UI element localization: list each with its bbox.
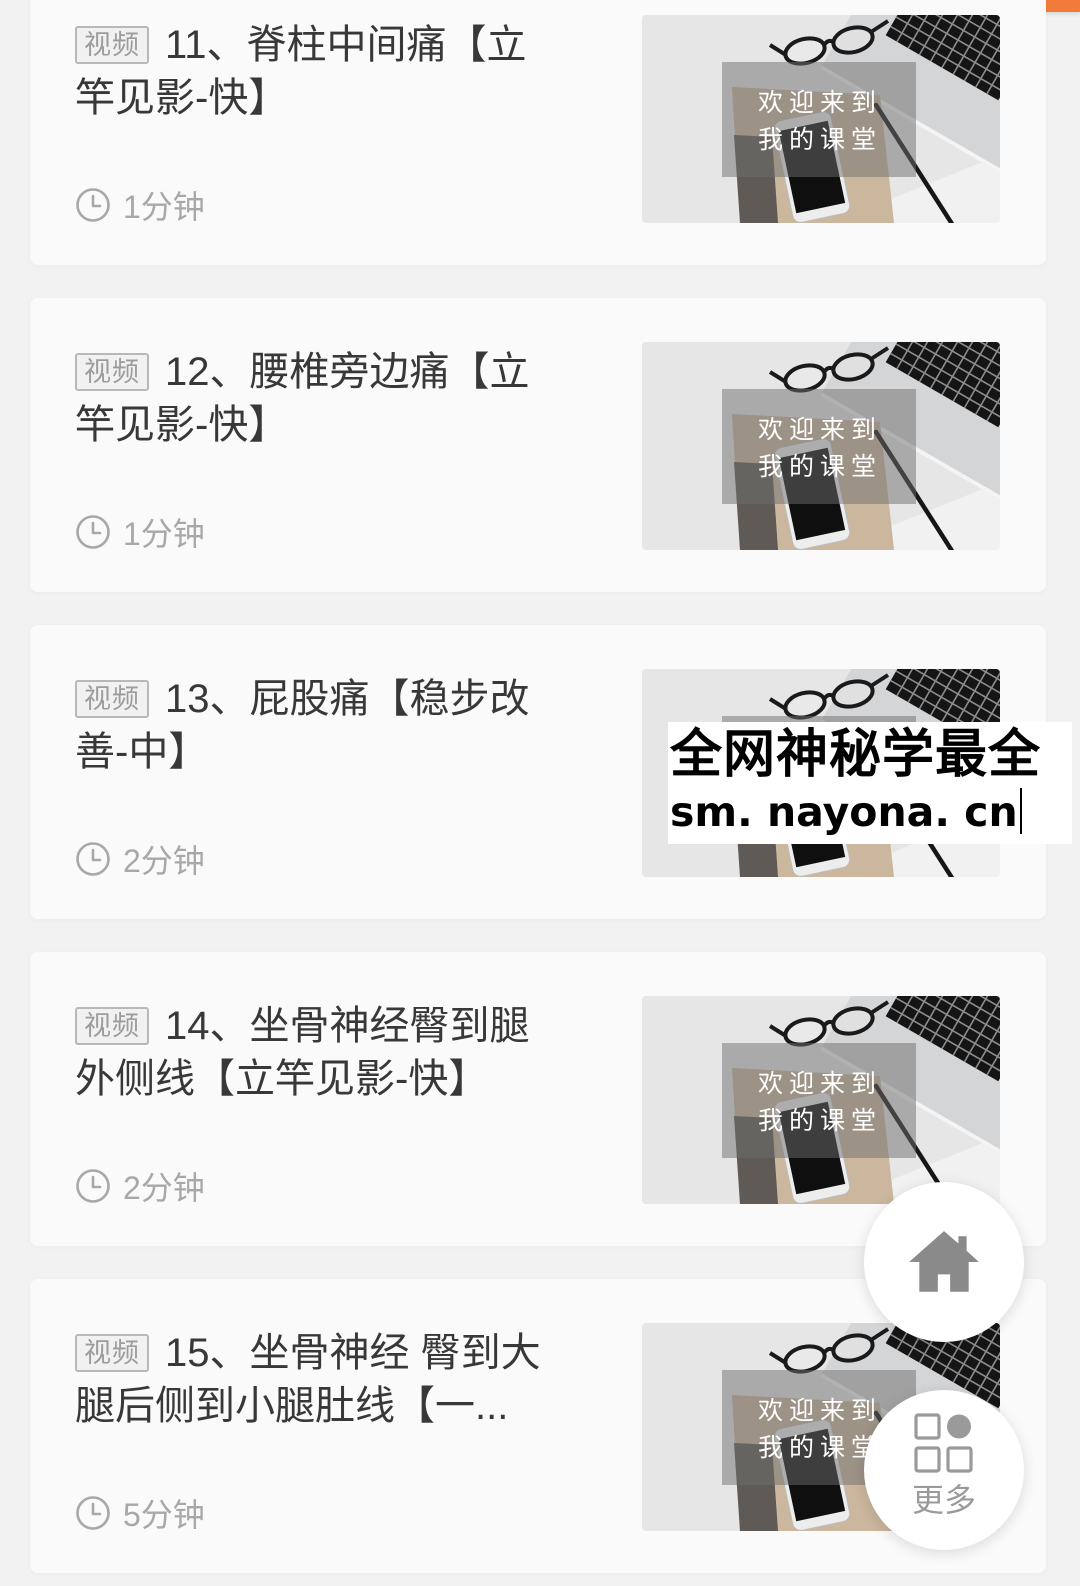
video-badge: 视频 — [75, 1007, 149, 1045]
lesson-title-line2: 竿见影-快】 — [75, 76, 289, 120]
lesson-thumbnail: 欢迎来到 我的课堂 — [642, 996, 1000, 1204]
lesson-title-line2: 竿见影-快】 — [75, 403, 289, 447]
lesson-title-line1: 12、腰椎旁边痛【立 — [165, 350, 530, 394]
lesson-title: 视频 13、屁股痛【稳步改 善-中】 — [75, 673, 530, 779]
lesson-card[interactable]: 视频 11、脊柱中间痛【立 竿见影-快】 1分钟 欢迎来到 我的课堂 — [30, 0, 1046, 265]
duration-text: 1分钟 — [123, 189, 205, 225]
lesson-duration: 5分钟 — [75, 1493, 205, 1533]
lesson-card[interactable]: 视频 12、腰椎旁边痛【立 竿见影-快】 1分钟 欢迎来到 我的课堂 — [30, 298, 1046, 592]
video-badge: 视频 — [75, 26, 149, 64]
clock-icon — [75, 1495, 111, 1531]
duration-text: 1分钟 — [123, 516, 205, 552]
lesson-title-row1: 视频 15、坐骨神经 臀到大 — [75, 1327, 541, 1380]
video-badge: 视频 — [75, 353, 149, 391]
lesson-thumbnail: 欢迎来到 我的课堂 — [642, 15, 1000, 223]
lesson-title-line1: 13、屁股痛【稳步改 — [165, 677, 530, 721]
cover-text-line1: 欢迎来到 — [758, 88, 882, 117]
watermark-url: sm. nayona. cn — [670, 788, 1018, 836]
watermark-overlay: 全网神秘学最全 sm. nayona. cn — [668, 722, 1072, 844]
lesson-title-row1: 视频 12、腰椎旁边痛【立 — [75, 346, 530, 399]
clock-icon — [75, 1168, 111, 1204]
cover-image: 欢迎来到 我的课堂 — [642, 15, 1000, 223]
video-badge: 视频 — [75, 680, 149, 718]
lesson-title-line2: 善-中】 — [75, 730, 209, 774]
video-badge: 视频 — [75, 1334, 149, 1372]
cover-text-line2: 我的课堂 — [758, 1106, 882, 1135]
cover-text-line1: 欢迎来到 — [758, 1069, 882, 1098]
watermark-line2-row: sm. nayona. cn — [668, 786, 1072, 838]
lesson-title-row1: 视频 14、坐骨神经臀到腿 — [75, 1000, 530, 1053]
cover-image: 欢迎来到 我的课堂 — [642, 342, 1000, 550]
lesson-title-row1: 视频 13、屁股痛【稳步改 — [75, 673, 530, 726]
lesson-title: 视频 11、脊柱中间痛【立 竿见影-快】 — [75, 19, 527, 125]
lesson-duration: 1分钟 — [75, 185, 205, 225]
lesson-title-line1: 15、坐骨神经 臀到大 — [165, 1331, 541, 1375]
cover-text-line1: 欢迎来到 — [758, 1396, 882, 1425]
lesson-title-line1: 11、脊柱中间痛【立 — [165, 23, 527, 67]
duration-text: 2分钟 — [123, 843, 205, 879]
clock-icon — [75, 187, 111, 223]
lesson-title: 视频 14、坐骨神经臀到腿 外侧线【立竿见影-快】 — [75, 1000, 530, 1106]
lesson-duration: 2分钟 — [75, 1166, 205, 1206]
lesson-title-line2: 外侧线【立竿见影-快】 — [75, 1057, 489, 1101]
home-button[interactable] — [864, 1182, 1024, 1342]
duration-text: 5分钟 — [123, 1497, 205, 1533]
cover-text-line2: 我的课堂 — [758, 1433, 882, 1462]
lesson-duration: 2分钟 — [75, 839, 205, 879]
watermark-line1: 全网神秘学最全 — [670, 725, 1042, 785]
lesson-title-line2: 腿后侧到小腿肚线【一... — [75, 1384, 509, 1428]
lesson-duration: 1分钟 — [75, 512, 205, 552]
lesson-title: 视频 12、腰椎旁边痛【立 竿见影-快】 — [75, 346, 530, 452]
duration-text: 2分钟 — [123, 1170, 205, 1206]
lesson-thumbnail: 欢迎来到 我的课堂 — [642, 342, 1000, 550]
cover-text-line2: 我的课堂 — [758, 125, 882, 154]
lesson-title: 视频 15、坐骨神经 臀到大 腿后侧到小腿肚线【一... — [75, 1327, 541, 1433]
home-icon — [909, 1231, 979, 1292]
lesson-title-row1: 视频 11、脊柱中间痛【立 — [75, 19, 527, 72]
clock-icon — [75, 841, 111, 877]
text-cursor — [1019, 788, 1022, 834]
lesson-title-line1: 14、坐骨神经臀到腿 — [165, 1004, 530, 1048]
clock-icon — [75, 514, 111, 550]
cover-text-line1: 欢迎来到 — [758, 415, 882, 444]
more-button[interactable]: 更多 — [864, 1390, 1024, 1550]
more-label: 更多 — [911, 1482, 976, 1518]
grid-icon — [914, 1413, 973, 1473]
cover-image: 欢迎来到 我的课堂 — [642, 996, 1000, 1204]
cover-text-line2: 我的课堂 — [758, 452, 882, 481]
